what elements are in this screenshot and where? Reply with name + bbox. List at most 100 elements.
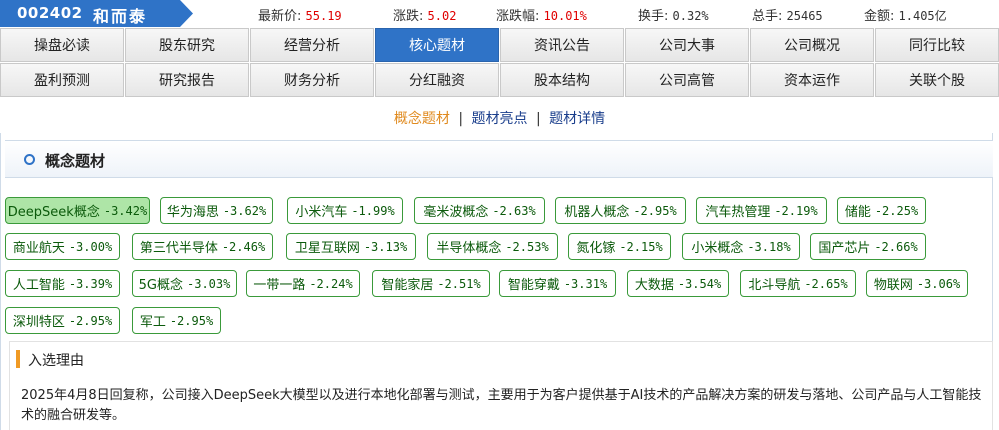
concept-tag[interactable]: 深圳特区 -2.95% — [5, 307, 120, 334]
nav-tab-company-events[interactable]: 公司大事 — [625, 28, 749, 62]
nav-tab-peer-comparison[interactable]: 同行比较 — [875, 28, 999, 62]
concept-change: -2.53% — [505, 239, 549, 254]
quote-label: 总手: — [752, 9, 783, 24]
concept-tag[interactable]: 大数据 -3.54% — [627, 270, 729, 297]
concept-change: -2.95% — [169, 313, 214, 328]
concept-change: -3.00% — [68, 239, 113, 254]
concept-name: 北斗导航 — [748, 278, 801, 293]
concept-change: -2.15% — [619, 239, 663, 254]
concept-change: -2.25% — [874, 203, 919, 218]
nav-tab-company-overview[interactable]: 公司概况 — [750, 28, 874, 62]
concept-tag[interactable]: 毫米波概念 -2.63% — [414, 197, 545, 224]
concept-tag[interactable]: 一带一路 -2.24% — [246, 270, 360, 297]
concept-name: 半导体概念 — [436, 241, 502, 256]
concept-change: -2.95% — [633, 203, 677, 218]
concept-name: 商业航天 — [12, 241, 65, 256]
concept-name: 一带一路 — [253, 278, 306, 293]
circle-icon — [24, 154, 35, 165]
nav-tab-financial-analysis[interactable]: 财务分析 — [250, 63, 374, 97]
concept-change: -3.18% — [747, 239, 791, 254]
concept-name: 物联网 — [873, 278, 913, 293]
nav-tab-share-structure[interactable]: 股本结构 — [500, 63, 624, 97]
concept-name: 人工智能 — [12, 278, 65, 293]
concept-tag[interactable]: 智能穿戴 -3.31% — [499, 270, 616, 297]
concept-tag[interactable]: 半导体概念 -2.53% — [427, 233, 558, 260]
concept-tag[interactable]: 智能家居 -2.51% — [372, 270, 490, 297]
stock-name: 和而泰 — [93, 7, 148, 26]
section-header: 概念题材 — [5, 140, 993, 178]
concept-tag[interactable]: 国产芯片 -2.66% — [810, 233, 926, 260]
sublink-separator: | — [535, 111, 541, 127]
stock-code: 002402 — [17, 4, 83, 22]
orange-bar-icon — [16, 350, 20, 368]
sublink-theme-details[interactable]: 题材详情 — [549, 111, 605, 127]
concept-change: -2.46% — [221, 239, 266, 254]
concept-name: 军工 — [139, 315, 166, 330]
quote-label: 最新价: — [258, 9, 302, 24]
quote-volume: 总手: 25465 — [752, 5, 823, 24]
nav-tab-shareholder-research[interactable]: 股东研究 — [125, 28, 249, 62]
concept-name: 智能穿戴 — [507, 278, 560, 293]
nav-tab-operation-guide[interactable]: 操盘必读 — [0, 28, 124, 62]
sublink-separator: | — [458, 111, 464, 127]
concept-name: 机器人概念 — [564, 205, 630, 220]
concept-change: -2.66% — [874, 239, 918, 254]
quote-value: 55.19 — [305, 9, 342, 23]
nav-tab-related-stocks[interactable]: 关联个股 — [875, 63, 999, 97]
concept-change: -2.51% — [437, 276, 481, 291]
concept-tag[interactable]: 军工 -2.95% — [132, 307, 221, 334]
nav-row-1: 操盘必读 股东研究 经营分析 核心题材 资讯公告 公司大事 公司概况 同行比较 — [0, 28, 999, 63]
quote-value: 25465 — [786, 9, 823, 23]
concept-tag[interactable]: 汽车热管理 -2.19% — [696, 197, 827, 224]
nav-tab-profit-forecast[interactable]: 盈利预测 — [0, 63, 124, 97]
concept-name: 毫米波概念 — [423, 205, 489, 220]
quote-turnover: 换手: 0.32% — [638, 5, 709, 24]
concept-name: 5G概念 — [138, 278, 183, 293]
concept-tag[interactable]: 小米概念 -3.18% — [682, 233, 800, 260]
concept-tag[interactable]: 氮化镓 -2.15% — [568, 233, 671, 260]
sublink-concept-themes[interactable]: 概念题材 — [394, 111, 450, 127]
concept-tag[interactable]: 机器人概念 -2.95% — [555, 197, 686, 224]
concept-change: -2.24% — [309, 276, 353, 291]
concept-name: 智能家居 — [381, 278, 434, 293]
concept-tag[interactable]: 物联网 -3.06% — [866, 270, 968, 297]
concept-tag[interactable]: 商业航天 -3.00% — [5, 233, 120, 260]
quote-change-percent: 涨跌幅: 10.01% — [496, 5, 587, 24]
concept-tag[interactable]: 人工智能 -3.39% — [5, 270, 120, 297]
nav-tab-capital-operation[interactable]: 资本运作 — [750, 63, 874, 97]
concept-name: 卫星互联网 — [294, 241, 360, 256]
concept-change: -2.63% — [492, 203, 536, 218]
nav-tab-executives[interactable]: 公司高管 — [625, 63, 749, 97]
quote-value: 0.32% — [672, 9, 709, 23]
nav-tab-core-themes[interactable]: 核心题材 — [375, 28, 499, 62]
concept-tag[interactable]: 北斗导航 -2.65% — [740, 270, 856, 297]
reason-title: 入选理由 — [28, 353, 84, 369]
concept-tag[interactable]: DeepSeek概念 -3.42% — [5, 197, 150, 224]
concept-tag[interactable]: 第三代半导体 -2.46% — [132, 233, 273, 260]
quote-label: 金额: — [864, 9, 895, 24]
concept-change: -2.19% — [774, 203, 818, 218]
sublink-theme-highlights[interactable]: 题材亮点 — [472, 111, 528, 127]
concept-name: 大数据 — [634, 278, 674, 293]
nav-tab-dividend-financing[interactable]: 分红融资 — [375, 63, 499, 97]
sub-navigation: 概念题材 | 题材亮点 | 题材详情 — [0, 108, 999, 128]
concept-change: -1.99% — [351, 203, 395, 218]
concept-name: 深圳特区 — [12, 315, 65, 330]
concept-tag[interactable]: 小米汽车 -1.99% — [287, 197, 403, 224]
concept-change: -3.54% — [677, 276, 722, 291]
concept-tag[interactable]: 卫星互联网 -3.13% — [286, 233, 416, 260]
nav-tab-business-analysis[interactable]: 经营分析 — [250, 28, 374, 62]
concept-name: 汽车热管理 — [705, 205, 771, 220]
nav-tab-news-announcements[interactable]: 资讯公告 — [500, 28, 624, 62]
concept-tag[interactable]: 5G概念 -3.03% — [132, 270, 237, 297]
concept-name: 氮化镓 — [576, 241, 616, 256]
concept-change: -3.06% — [916, 276, 961, 291]
quote-value: 10.01% — [543, 9, 587, 23]
concept-tag[interactable]: 华为海思 -3.62% — [160, 197, 273, 224]
concept-change: -3.42% — [103, 203, 148, 218]
concept-tag[interactable]: 储能 -2.25% — [837, 197, 926, 224]
nav-tab-research-reports[interactable]: 研究报告 — [125, 63, 249, 97]
concept-name: 华为海思 — [166, 205, 219, 220]
reason-box: 入选理由 2025年4月8日回复称，公司接入DeepSeek大模型以及进行本地化… — [9, 341, 993, 430]
quote-change: 涨跌: 5.02 — [393, 5, 456, 24]
